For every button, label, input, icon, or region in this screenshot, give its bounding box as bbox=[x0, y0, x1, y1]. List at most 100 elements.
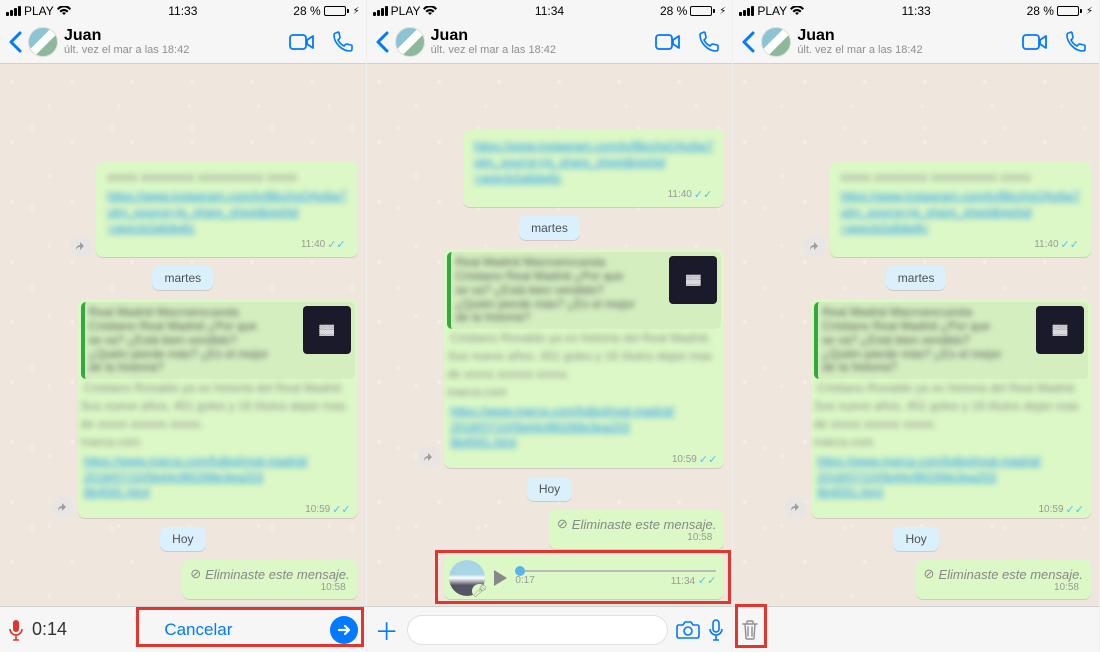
status-bar: PLAY 11:33 28 % ⚡︎ bbox=[733, 0, 1099, 20]
message-time: 10:59 bbox=[672, 454, 697, 465]
back-button[interactable] bbox=[8, 31, 22, 53]
message-time: 10:58 bbox=[1054, 582, 1079, 593]
message-bubble-link-preview[interactable]: Real Madrid MacroencuestaCristiano Real … bbox=[78, 299, 358, 518]
carrier-label: PLAY bbox=[391, 4, 421, 18]
voice-call-button[interactable] bbox=[326, 31, 358, 53]
deleted-message-bubble[interactable]: ⊘Eliminaste este mensaje. 10:58 bbox=[549, 510, 724, 549]
screen-sent-voice: PLAY 11:34 28 % ⚡︎ Juan últ. vez el mar … bbox=[367, 0, 734, 652]
camera-button[interactable] bbox=[676, 620, 700, 640]
contact-name: Juan bbox=[797, 27, 1011, 45]
video-call-button[interactable] bbox=[650, 33, 686, 51]
video-call-button[interactable] bbox=[284, 33, 320, 51]
trash-button[interactable] bbox=[741, 619, 759, 641]
avatar[interactable] bbox=[761, 27, 791, 57]
preview-thumbnail: ▓▓ bbox=[1036, 306, 1084, 354]
audio-progress[interactable] bbox=[515, 570, 716, 572]
clock: 11:33 bbox=[857, 4, 975, 18]
preview-thumbnail: ▓▓ bbox=[669, 256, 717, 304]
signal-icon bbox=[739, 6, 754, 16]
play-button[interactable] bbox=[491, 568, 509, 588]
message-bubble[interactable]: xxxxx xxxxxxxxx xxxxxxxxxxx xxxxx https:… bbox=[830, 162, 1091, 257]
battery-percent: 28 % bbox=[293, 4, 320, 18]
last-seen: últ. vez el mar a las 18:42 bbox=[64, 44, 278, 56]
contact-title[interactable]: Juan últ. vez el mar a las 18:42 bbox=[64, 27, 278, 57]
date-pill: Hoy bbox=[893, 527, 938, 551]
charging-icon: ⚡︎ bbox=[1086, 6, 1093, 17]
deleted-message-bubble[interactable]: ⊘Eliminaste este mensaje. 10:58 bbox=[916, 560, 1091, 599]
forward-badge-icon[interactable] bbox=[418, 446, 440, 468]
contact-title[interactable]: Juan últ. vez el mar a las 18:42 bbox=[431, 27, 645, 57]
message-input[interactable] bbox=[407, 615, 669, 645]
forward-badge-icon[interactable] bbox=[804, 235, 826, 257]
clock: 11:33 bbox=[124, 4, 242, 18]
read-ticks-icon: ✓✓ bbox=[698, 575, 716, 587]
avatar[interactable] bbox=[395, 27, 425, 57]
video-call-button[interactable] bbox=[1017, 33, 1053, 51]
message-time: 10:59 bbox=[1039, 504, 1064, 515]
charging-icon: ⚡︎ bbox=[353, 6, 360, 17]
clock: 11:34 bbox=[491, 4, 609, 18]
voice-avatar: 🎤︎ bbox=[449, 560, 485, 596]
back-button[interactable] bbox=[375, 31, 389, 53]
read-ticks-icon: ✓✓ bbox=[694, 188, 712, 201]
deleted-label: Eliminaste este mensaje. bbox=[205, 567, 350, 582]
avatar[interactable] bbox=[28, 27, 58, 57]
date-pill: martes bbox=[519, 216, 580, 240]
date-pill: martes bbox=[152, 266, 213, 290]
prohibited-icon: ⊘ bbox=[557, 516, 568, 532]
screen-trash: PLAY 11:33 28 % ⚡︎ Juan últ. vez el mar … bbox=[733, 0, 1100, 652]
message-bubble[interactable]: xxxxx xxxxxxxxx xxxxxxxxxxx xxxxx https:… bbox=[96, 162, 357, 257]
recording-bar: 0:14 Cancelar bbox=[0, 606, 366, 652]
date-pill: Hoy bbox=[527, 477, 572, 501]
message-bubble[interactable]: https://www.instagram.com/tv/BksXpQAx6w7… bbox=[463, 130, 724, 207]
deleted-message-bubble[interactable]: ⊘Eliminaste este mensaje. 10:58 bbox=[182, 560, 357, 599]
message-time: 10:58 bbox=[321, 582, 346, 593]
voice-message-bubble[interactable]: 🎤︎ 0:17 11:34 ✓✓ bbox=[444, 555, 724, 599]
battery-percent: 28 % bbox=[1027, 4, 1054, 18]
message-time: 10:58 bbox=[687, 532, 712, 543]
back-button[interactable] bbox=[741, 31, 755, 53]
wifi-icon bbox=[57, 6, 71, 16]
voice-time: 11:34 bbox=[671, 576, 695, 587]
message-bubble-link-preview[interactable]: Real Madrid MacroencuestaCristiano Real … bbox=[811, 299, 1091, 518]
voice-call-button[interactable] bbox=[1059, 31, 1091, 53]
carrier-label: PLAY bbox=[24, 4, 54, 18]
contact-title[interactable]: Juan últ. vez el mar a las 18:42 bbox=[797, 27, 1011, 57]
read-ticks-icon: ✓✓ bbox=[699, 453, 717, 466]
message-time: 11:40 bbox=[1034, 239, 1058, 250]
forward-badge-icon[interactable] bbox=[785, 496, 807, 518]
date-pill: Hoy bbox=[160, 527, 205, 551]
wifi-icon bbox=[423, 6, 437, 16]
message-time: 10:59 bbox=[305, 504, 330, 515]
cancel-button[interactable]: Cancelar bbox=[75, 620, 322, 640]
recording-mic-icon bbox=[8, 619, 24, 641]
chat-area[interactable]: xxxxx xxxxxxxxx xxxxxxxxxxx xxxxx https:… bbox=[0, 64, 366, 606]
message-bubble-link-preview[interactable]: Real Madrid MacroencuestaCristiano Real … bbox=[444, 249, 724, 468]
chat-header: Juan últ. vez el mar a las 18:42 bbox=[733, 20, 1099, 64]
contact-name: Juan bbox=[431, 27, 645, 45]
charging-icon: ⚡︎ bbox=[719, 6, 726, 17]
send-button[interactable] bbox=[330, 616, 358, 644]
carrier-label: PLAY bbox=[757, 4, 787, 18]
voice-duration: 0:17 bbox=[515, 575, 534, 586]
wifi-icon bbox=[790, 6, 804, 16]
read-ticks-icon: ✓✓ bbox=[327, 238, 345, 251]
last-seen: últ. vez el mar a las 18:42 bbox=[431, 44, 645, 56]
status-bar: PLAY 11:33 28 % ⚡︎ bbox=[0, 0, 366, 20]
voice-call-button[interactable] bbox=[692, 31, 724, 53]
signal-icon bbox=[6, 6, 21, 16]
read-ticks-icon: ✓✓ bbox=[1066, 503, 1084, 516]
input-bar: ＋ bbox=[367, 606, 733, 652]
chat-header: Juan últ. vez el mar a las 18:42 bbox=[367, 20, 733, 64]
chat-area[interactable]: xxxxx xxxxxxxxx xxxxxxxxxxx xxxxx https:… bbox=[733, 64, 1099, 606]
status-bar: PLAY 11:34 28 % ⚡︎ bbox=[367, 0, 733, 20]
forward-badge-icon[interactable] bbox=[70, 235, 92, 257]
chat-area[interactable]: https://www.instagram.com/tv/BksXpQAx6w7… bbox=[367, 64, 733, 606]
recording-timer: 0:14 bbox=[32, 619, 67, 640]
battery-percent: 28 % bbox=[660, 4, 687, 18]
read-ticks-icon: ✓✓ bbox=[332, 503, 350, 516]
last-seen: últ. vez el mar a las 18:42 bbox=[797, 44, 1011, 56]
mic-button[interactable] bbox=[708, 619, 724, 641]
attach-button[interactable]: ＋ bbox=[375, 612, 399, 647]
forward-badge-icon[interactable] bbox=[52, 496, 74, 518]
